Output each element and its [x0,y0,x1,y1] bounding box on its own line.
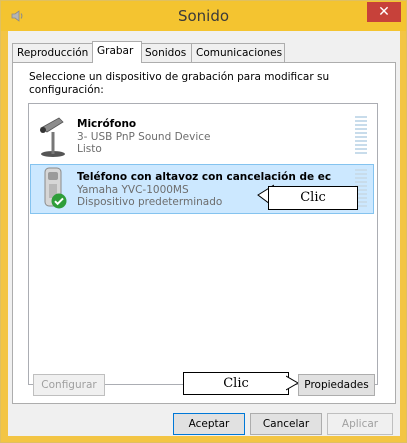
dialog-client: Reproducción Grabar Sonidos Comunicacion… [8,31,400,436]
apply-button[interactable]: Aplicar [327,413,393,435]
device-driver: 3- USB PnP Sound Device [77,131,211,143]
close-button[interactable]: ✕ [367,2,401,22]
sound-dialog: Sonido ✕ Reproducción Grabar Sonidos Com… [0,0,407,443]
device-list[interactable]: Micrófono 3- USB PnP Sound Device Listo … [28,103,378,385]
default-check-icon [51,193,67,209]
close-icon: ✕ [378,4,390,20]
microphone-icon [40,117,65,157]
device-name: Micrófono [77,118,137,130]
device-name: Teléfono con altavoz con cancelación de … [77,171,332,183]
window-title: Sonido [177,7,230,25]
device-driver: Yamaha YVC-1000MS [77,184,189,196]
tab-reproduccion[interactable]: Reproducción [12,43,95,62]
cancel-button[interactable]: Cancelar [250,413,322,435]
tab-sonidos[interactable]: Sonidos [140,43,194,62]
list-item-microfono[interactable]: Micrófono 3- USB PnP Sound Device Listo [31,112,373,160]
level-meter [355,116,367,156]
tab-comunicaciones[interactable]: Comunicaciones [191,43,285,62]
callout-properties: Clic [183,372,289,395]
device-status: Listo [77,143,102,155]
instructions-text: Seleccione un dispositivo de grabación p… [29,71,330,96]
properties-button[interactable]: Propiedades [298,374,375,396]
device-status: Dispositivo predeterminado [77,196,223,208]
tab-grabar[interactable]: Grabar [92,41,142,63]
configure-button[interactable]: Configurar [33,374,105,396]
callout-device: Clic [268,186,358,210]
accept-button[interactable]: Aceptar [173,413,245,435]
title-bar[interactable]: Sonido ✕ [1,1,406,31]
